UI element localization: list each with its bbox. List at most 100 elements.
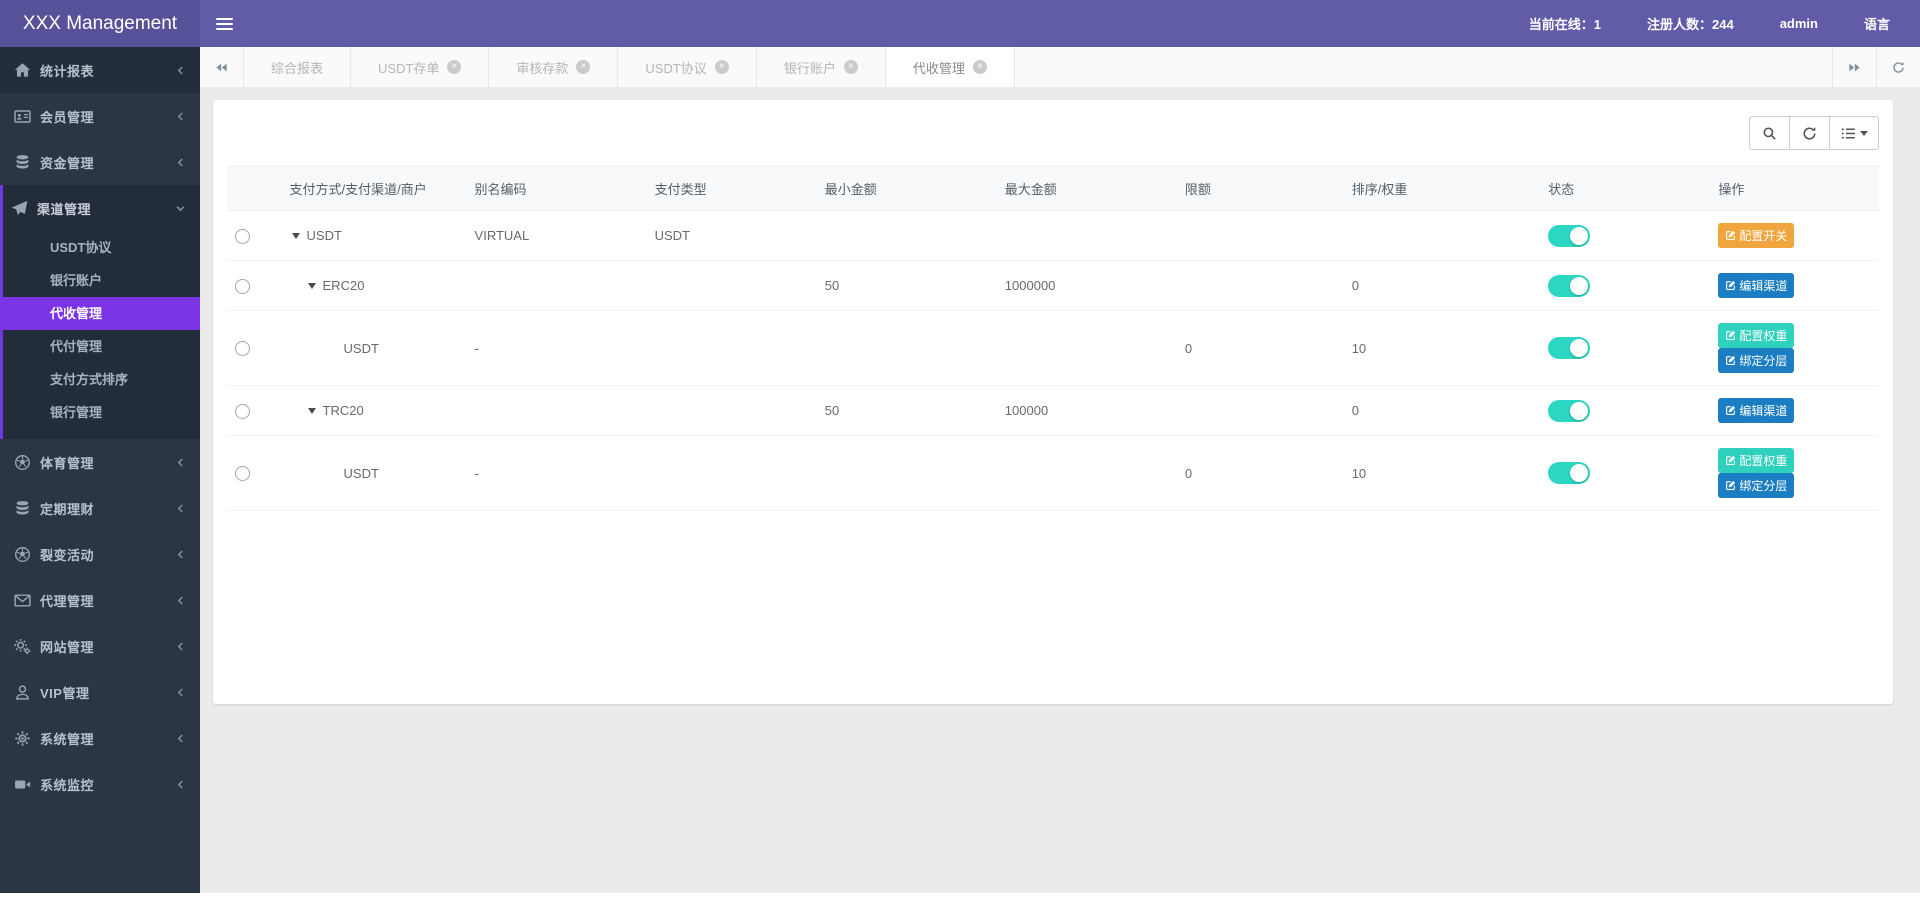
sidebar-toggle-button[interactable] [200, 0, 248, 47]
status-toggle[interactable] [1548, 224, 1591, 247]
tab-audit-deposit[interactable]: 审核存款 × [489, 47, 619, 87]
main-content: 综合报表 USDT存单 × 审核存款 × USDT协议 × 银行账户 × 代收管… [200, 47, 1920, 893]
footer [0, 893, 1920, 910]
row-radio[interactable] [235, 228, 250, 244]
edit-icon [1725, 480, 1736, 491]
chevron-left-icon [175, 549, 186, 560]
sidebar-subitem-collection-management[interactable]: 代收管理 [0, 297, 200, 330]
col-actions: 操作 [1710, 166, 1879, 211]
chevron-left-icon [175, 457, 186, 468]
col-alias-code: 别名编码 [466, 166, 647, 211]
close-icon[interactable]: × [972, 60, 987, 74]
chevron-down-icon [175, 203, 186, 214]
caret-down-icon[interactable] [307, 282, 316, 289]
table-row: USDT - 0 10 配置权重 绑定分层 [227, 310, 1879, 386]
col-status: 状态 [1540, 166, 1711, 211]
config-switch-button[interactable]: 配置开关 [1718, 223, 1795, 248]
bind-layer-button[interactable]: 绑定分层 [1718, 473, 1795, 498]
col-max-amount: 最大金额 [996, 166, 1177, 211]
edit-channel-button[interactable]: 编辑渠道 [1718, 273, 1795, 298]
tab-bar: 综合报表 USDT存单 × 审核存款 × USDT协议 × 银行账户 × 代收管… [200, 47, 1920, 87]
sidebar-subitem-payment-method-sort[interactable]: 支付方式排序 [0, 363, 200, 396]
close-icon[interactable]: × [576, 60, 591, 74]
tab-usdt-protocol[interactable]: USDT协议 × [618, 47, 757, 87]
online-count: 当前在线：1 [1528, 17, 1601, 32]
tab-bank-account[interactable]: 银行账户 × [757, 47, 886, 87]
tabs-scroll-left-button[interactable] [200, 47, 244, 87]
sidebar: 统计报表 会员管理 资金管理 渠道管理 USDT协议 银行账户 代收管理 代付管… [0, 47, 200, 893]
language-menu[interactable]: 语言 [1864, 14, 1890, 33]
video-camera-icon [14, 776, 31, 793]
col-sort-weight: 排序/权重 [1343, 166, 1541, 211]
bind-layer-button[interactable]: 绑定分层 [1718, 348, 1795, 373]
config-weight-button[interactable]: 配置权重 [1718, 448, 1795, 473]
brand-logo[interactable]: XXX Management [0, 0, 200, 47]
status-toggle[interactable] [1548, 337, 1591, 359]
search-icon [1762, 126, 1777, 141]
close-icon[interactable]: × [714, 60, 729, 74]
sidebar-item-term-finance[interactable]: 定期理财 [0, 485, 200, 531]
chevron-left-icon [175, 65, 186, 76]
forward-icon [1848, 61, 1861, 74]
chevron-left-icon [175, 779, 186, 790]
row-radio[interactable] [235, 278, 250, 294]
tab-usdt-deposit[interactable]: USDT存单 × [351, 47, 490, 87]
sidebar-item-stats-report[interactable]: 统计报表 [0, 47, 200, 93]
database-icon [14, 154, 31, 171]
sidebar-item-sports-management[interactable]: 体育管理 [0, 439, 200, 485]
sidebar-subitem-bank-management[interactable]: 银行管理 [0, 396, 200, 429]
edit-channel-button[interactable]: 编辑渠道 [1718, 398, 1795, 423]
sidebar-item-channel-management[interactable]: 渠道管理 [0, 185, 200, 231]
caret-down-icon[interactable] [291, 232, 300, 239]
sidebar-item-funds-management[interactable]: 资金管理 [0, 139, 200, 185]
list-columns-icon [1841, 126, 1856, 141]
chevron-left-icon [175, 595, 186, 606]
caret-down-icon[interactable] [307, 407, 316, 414]
row-radio[interactable] [235, 403, 250, 419]
row-radio[interactable] [235, 466, 250, 482]
sidebar-item-agent-management[interactable]: 代理管理 [0, 577, 200, 623]
sidebar-item-vip-management[interactable]: VIP管理 [0, 669, 200, 715]
chevron-left-icon [175, 111, 186, 122]
col-min-amount: 最小金额 [816, 166, 997, 211]
backward-icon [215, 61, 228, 74]
navbar-right: 当前在线：1 注册人数：244 admin 语言 [1529, 0, 1920, 47]
edit-icon [1725, 455, 1736, 466]
refresh-button[interactable] [1789, 116, 1830, 150]
tab-collection-management[interactable]: 代收管理 × [885, 47, 1015, 87]
top-navbar: XXX Management 当前在线：1 注册人数：244 admin 语言 [0, 0, 1920, 47]
config-weight-button[interactable]: 配置权重 [1718, 323, 1795, 348]
sidebar-item-system-management[interactable]: 系统管理 [0, 715, 200, 761]
chevron-left-icon [175, 687, 186, 698]
sidebar-item-system-monitor[interactable]: 系统监控 [0, 761, 200, 807]
gear-icon [14, 730, 31, 747]
id-card-icon [14, 108, 31, 125]
search-button[interactable] [1749, 116, 1790, 150]
col-payment-type: 支付类型 [646, 166, 817, 211]
status-toggle[interactable] [1548, 399, 1591, 422]
sidebar-subitem-payout-management[interactable]: 代付管理 [0, 330, 200, 363]
close-icon[interactable]: × [447, 60, 462, 74]
columns-button[interactable] [1829, 116, 1879, 150]
status-toggle[interactable] [1548, 274, 1591, 297]
database-icon [14, 500, 31, 517]
close-icon[interactable]: × [843, 60, 858, 74]
sidebar-subitem-bank-account[interactable]: 银行账户 [0, 264, 200, 297]
hamburger-icon [215, 17, 233, 20]
tabs-refresh-button[interactable] [1876, 47, 1920, 87]
chevron-left-icon [175, 641, 186, 652]
caret-down-icon [1859, 130, 1868, 136]
status-toggle[interactable] [1548, 462, 1591, 484]
row-radio[interactable] [235, 341, 250, 357]
home-icon [14, 62, 31, 79]
sidebar-item-fission-activity[interactable]: 裂变活动 [0, 531, 200, 577]
chevron-left-icon [175, 503, 186, 514]
tabs-scroll-right-button[interactable] [1832, 47, 1876, 87]
sidebar-item-website-management[interactable]: 网站管理 [0, 623, 200, 669]
current-user-menu[interactable]: admin [1780, 16, 1818, 31]
tab-summary-report[interactable]: 综合报表 [244, 47, 352, 87]
registered-count: 注册人数：244 [1646, 17, 1734, 32]
sidebar-subitem-usdt-protocol[interactable]: USDT协议 [0, 231, 200, 264]
refresh-icon [1802, 126, 1817, 141]
sidebar-item-member-management[interactable]: 会员管理 [0, 93, 200, 139]
